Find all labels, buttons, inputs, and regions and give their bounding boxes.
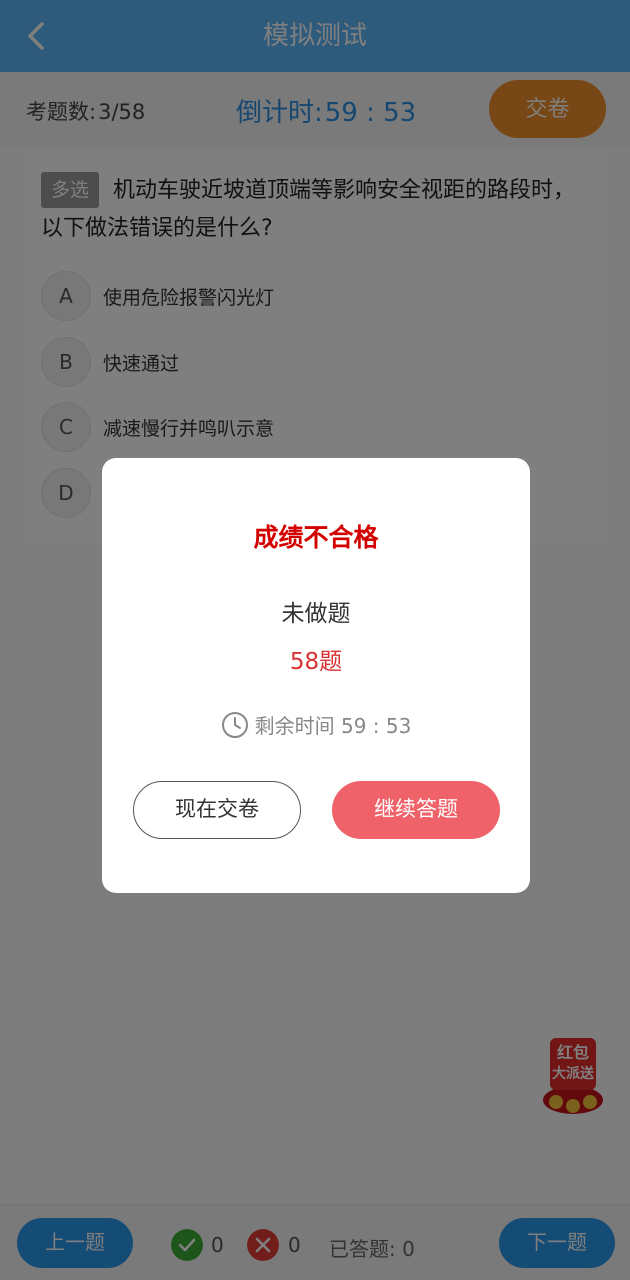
result-title: 成绩不合格 (253, 523, 379, 552)
remaining-label: 剩余时间 (254, 714, 335, 738)
unanswered-label: 未做题 (281, 601, 351, 627)
submit-now-button[interactable]: 现在交卷 (133, 781, 301, 839)
result-dialog: 成绩不合格 未做题 58题 剩余时间 59 : 53 现在交卷 继续答题 (102, 458, 530, 893)
continue-answering-button[interactable]: 继续答题 (332, 781, 500, 839)
remaining-value: 59 : 53 (341, 714, 412, 738)
remaining-time: 剩余时间 59 : 53 (102, 710, 530, 739)
clock-icon (221, 712, 248, 738)
unanswered-count: 58题 (289, 649, 343, 675)
